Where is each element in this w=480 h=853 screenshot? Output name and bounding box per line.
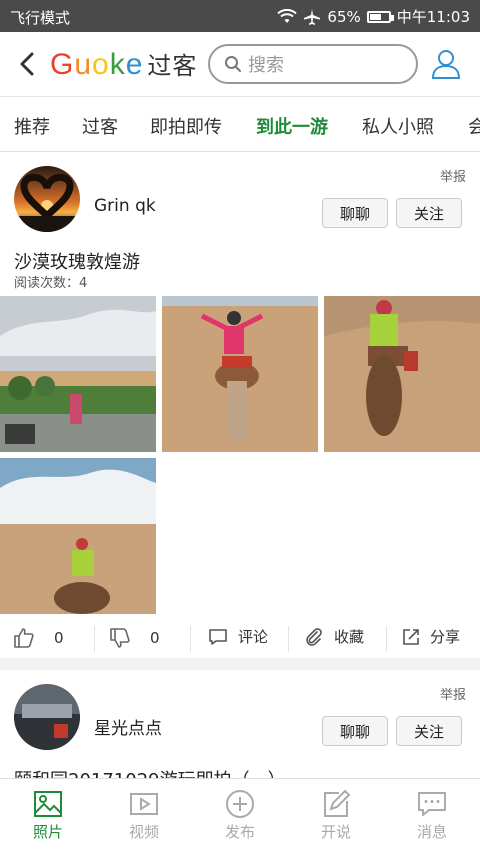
wifi-icon bbox=[277, 8, 298, 23]
nav-videos[interactable]: 视频 bbox=[114, 789, 174, 842]
nav-label: 发布 bbox=[224, 823, 255, 841]
follow-button[interactable]: 关注 bbox=[396, 198, 462, 228]
like-button[interactable]: 0 bbox=[12, 626, 64, 650]
airplane-mode-label: 飞行模式 bbox=[10, 9, 71, 27]
divider bbox=[386, 626, 387, 652]
nav-messages[interactable]: 消息 bbox=[402, 789, 462, 842]
tab-guoke[interactable]: 过客 bbox=[82, 113, 118, 139]
post-photo[interactable] bbox=[324, 296, 480, 452]
nav-label: 开说 bbox=[320, 823, 351, 841]
dislike-count: 0 bbox=[150, 629, 160, 647]
post-feed: Grin qk 举报 聊聊 关注 沙漠玫瑰敦煌游 阅读次数：4 0 0 评论 收… bbox=[0, 152, 480, 778]
report-link[interactable]: 举报 bbox=[440, 166, 466, 185]
logo-letter: u bbox=[74, 48, 93, 81]
user-profile-icon[interactable] bbox=[430, 48, 462, 80]
post-title[interactable]: 沙漠玫瑰敦煌游 bbox=[14, 248, 140, 274]
airplane-icon bbox=[304, 8, 321, 25]
divider bbox=[190, 626, 191, 652]
divider bbox=[288, 626, 289, 652]
post-card: 星光点点 举报 聊聊 关注 颐和园20171029游玩即拍（一） bbox=[0, 670, 480, 778]
back-arrow-icon[interactable] bbox=[14, 50, 42, 78]
nav-publish[interactable]: 发布 bbox=[210, 789, 270, 842]
tab-instant-upload[interactable]: 即拍即传 bbox=[150, 113, 222, 139]
message-icon bbox=[418, 792, 446, 816]
search-icon bbox=[225, 56, 241, 72]
avatar[interactable] bbox=[14, 684, 80, 750]
post-photo[interactable] bbox=[162, 296, 318, 452]
clock: 中午11:03 bbox=[396, 8, 470, 26]
thumbs-up-icon bbox=[14, 628, 34, 648]
share-label: 分享 bbox=[430, 628, 461, 646]
post-action-bar: 0 0 评论 收藏 分享 bbox=[0, 620, 480, 658]
guoke-logo: Guoke 过客 bbox=[50, 46, 197, 82]
like-count: 0 bbox=[54, 629, 64, 647]
tab-recommend[interactable]: 推荐 bbox=[14, 113, 50, 139]
report-link[interactable]: 举报 bbox=[440, 684, 466, 703]
video-icon bbox=[130, 793, 158, 815]
comment-icon bbox=[209, 628, 227, 645]
username[interactable]: 星光点点 bbox=[94, 714, 162, 739]
category-tabs: 推荐 过客 即拍即传 到此一游 私人小照 会 bbox=[0, 96, 480, 152]
edit-icon bbox=[324, 789, 351, 817]
battery-icon bbox=[366, 10, 394, 23]
app-header: Guoke 过客 搜索 bbox=[0, 32, 480, 96]
logo-wordmark: Guoke bbox=[50, 48, 143, 82]
post-card: Grin qk 举报 聊聊 关注 沙漠玫瑰敦煌游 阅读次数：4 0 0 评论 收… bbox=[0, 152, 480, 658]
post-photo[interactable] bbox=[0, 296, 156, 452]
username[interactable]: Grin qk bbox=[94, 196, 156, 216]
battery-percent: 65% bbox=[327, 7, 361, 26]
favorite-button[interactable]: 收藏 bbox=[304, 626, 364, 647]
logo-chinese: 过客 bbox=[147, 52, 198, 80]
logo-letter: G bbox=[50, 48, 75, 81]
nav-label: 视频 bbox=[128, 823, 159, 841]
nav-label: 消息 bbox=[416, 823, 447, 841]
search-placeholder: 搜索 bbox=[248, 55, 284, 76]
tab-been-here[interactable]: 到此一游 bbox=[256, 113, 328, 139]
post-photo[interactable] bbox=[0, 458, 156, 614]
bottom-navigation: 照片 视频 发布 开说 消息 bbox=[0, 778, 480, 853]
chat-button[interactable]: 聊聊 bbox=[322, 198, 388, 228]
status-bar: 飞行模式 65% 中午11:03 bbox=[0, 0, 480, 32]
share-button[interactable]: 分享 bbox=[402, 626, 460, 647]
search-input[interactable]: 搜索 bbox=[208, 44, 418, 84]
chat-button[interactable]: 聊聊 bbox=[322, 716, 388, 746]
paperclip-icon bbox=[306, 627, 322, 646]
read-count: 阅读次数：4 bbox=[14, 276, 88, 291]
thumbs-down-icon bbox=[110, 628, 130, 648]
logo-letter: e bbox=[125, 48, 144, 81]
plus-circle-icon bbox=[226, 790, 254, 818]
comment-button[interactable]: 评论 bbox=[208, 626, 268, 647]
nav-photos[interactable]: 照片 bbox=[18, 789, 78, 842]
follow-button[interactable]: 关注 bbox=[396, 716, 462, 746]
nav-talk[interactable]: 开说 bbox=[306, 789, 366, 842]
tab-private-photos[interactable]: 私人小照 bbox=[362, 113, 434, 139]
logo-letter: k bbox=[109, 48, 126, 81]
divider bbox=[94, 626, 95, 652]
avatar[interactable] bbox=[14, 166, 80, 232]
tab-more[interactable]: 会 bbox=[468, 113, 480, 139]
photo-icon bbox=[34, 791, 62, 817]
post-title[interactable]: 颐和园20171029游玩即拍（一） bbox=[14, 766, 286, 778]
logo-letter: o bbox=[92, 48, 110, 81]
comment-label: 评论 bbox=[238, 628, 269, 646]
favorite-label: 收藏 bbox=[334, 628, 365, 646]
share-icon bbox=[403, 628, 419, 645]
dislike-button[interactable]: 0 bbox=[108, 626, 160, 650]
nav-label: 照片 bbox=[32, 823, 63, 841]
